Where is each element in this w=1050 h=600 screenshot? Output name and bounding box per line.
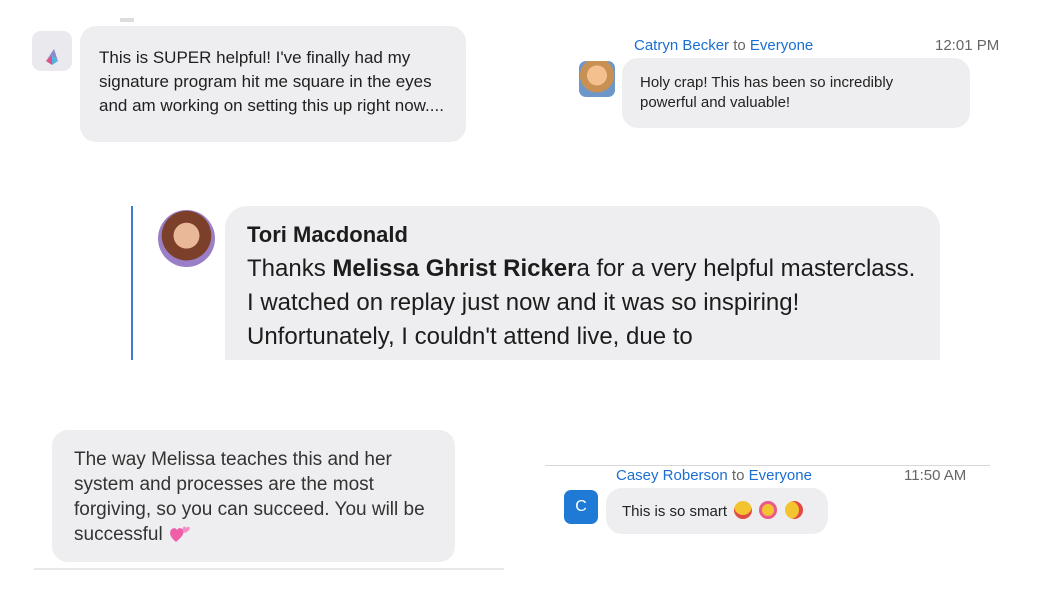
chat-message-bubble: This is SUPER helpful! I've finally had … [80, 26, 466, 142]
message-text: The way Melissa teaches this and her sys… [74, 449, 425, 545]
timestamp: 12:01 PM [935, 37, 1000, 54]
comment-text: Thanks Melissa Ghrist Rickera for a very… [247, 252, 918, 354]
divider [34, 568, 504, 570]
avatar [32, 31, 72, 71]
kissing-heart-icon [784, 501, 803, 519]
comment-text-prefix: Thanks [247, 255, 333, 282]
sender-name[interactable]: Catryn Becker [634, 37, 729, 54]
to-label: to [733, 37, 746, 54]
recipient-name[interactable]: Everyone [750, 37, 813, 54]
message-header: Casey Roberson to Everyone [616, 467, 812, 484]
chat-message-bubble: The way Melissa teaches this and her sys… [52, 430, 455, 562]
avatar [579, 61, 615, 97]
divider [545, 465, 990, 466]
rainbow-avatar-icon [46, 37, 58, 65]
smiling-hearts-icon [759, 501, 778, 519]
message-text: This is SUPER helpful! I've finally had … [99, 48, 444, 115]
avatar: C [564, 490, 598, 524]
comment-bubble: Tori Macdonald Thanks Melissa Ghrist Ric… [225, 206, 940, 360]
recipient-name[interactable]: Everyone [749, 467, 812, 484]
timestamp: 11:50 AM [904, 467, 967, 484]
chat-message-bubble: This is so smart [606, 488, 828, 534]
message-text: Holy crap! This has been so incredibly p… [640, 74, 894, 111]
message-header: Catryn Becker to Everyone [634, 37, 813, 54]
two-hearts-icon [170, 526, 190, 542]
heart-eyes-icon [734, 501, 753, 519]
cropped-fragment [120, 18, 134, 22]
sender-name[interactable]: Casey Roberson [616, 467, 728, 484]
to-label: to [731, 467, 745, 484]
avatar[interactable] [158, 210, 215, 267]
mention-link[interactable]: Melissa Ghrist Ricker [332, 255, 576, 282]
message-text: This is so smart [622, 503, 728, 520]
quote-divider [131, 206, 133, 360]
chat-message-bubble: Holy crap! This has been so incredibly p… [622, 58, 970, 128]
comment-author[interactable]: Tori Macdonald [247, 222, 918, 248]
